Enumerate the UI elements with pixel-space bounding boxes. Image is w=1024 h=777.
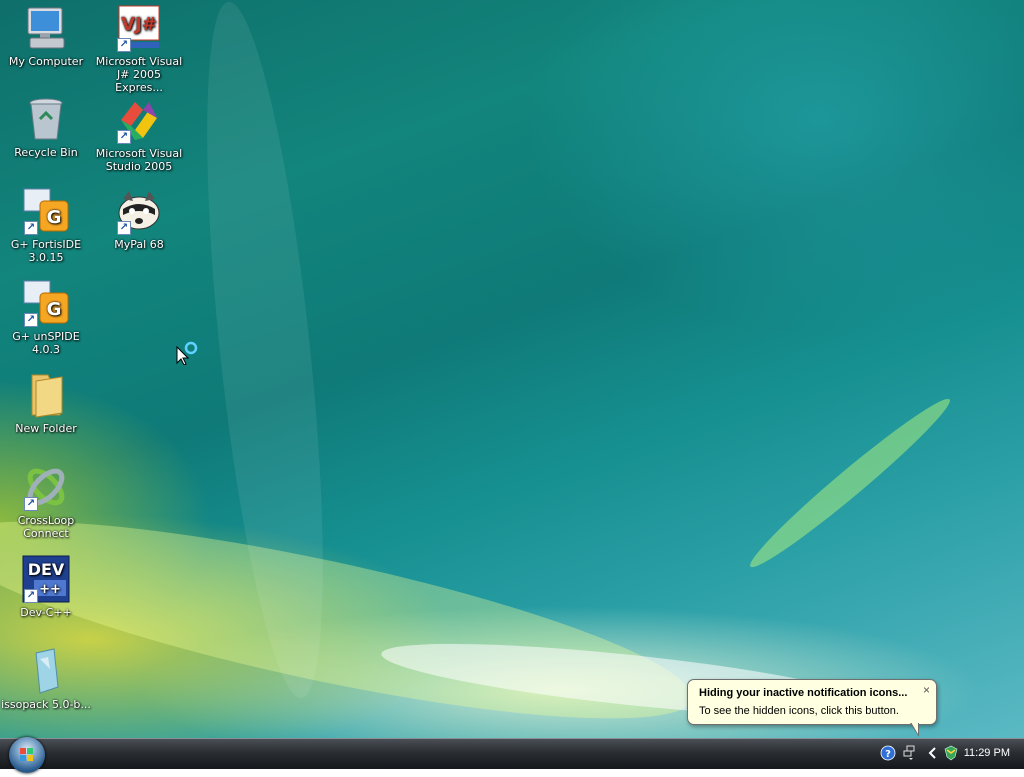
desktop[interactable]: My Computer Recycle Bin G ↗ G+ FortisIDE…	[0, 0, 1024, 738]
crossloop-icon: ↗	[22, 463, 70, 511]
icon-label: My Computer	[8, 55, 84, 68]
shortcut-arrow-icon: ↗	[24, 589, 38, 603]
desktop-icon-new-folder[interactable]: New Folder	[0, 371, 92, 435]
svg-text:VJ#: VJ#	[121, 14, 157, 35]
busy-cursor-icon	[175, 339, 201, 366]
svg-text:DEV: DEV	[28, 560, 65, 579]
notification-balloon[interactable]: Hiding your inactive notification icons.…	[687, 679, 937, 737]
close-icon[interactable]: ×	[923, 683, 930, 697]
balloon-title: Hiding your inactive notification icons.…	[699, 687, 908, 699]
icon-label: MyPal 68	[114, 238, 164, 251]
security-icon[interactable]	[943, 745, 959, 761]
icon-label: Dev-C++	[20, 606, 72, 619]
svg-text:G: G	[47, 299, 62, 320]
folder-icon	[22, 371, 70, 419]
balloon-tail-fill	[911, 722, 918, 734]
computer-icon	[22, 4, 70, 52]
svg-text:++: ++	[39, 582, 61, 597]
desktop-icon-fortiside[interactable]: G ↗ G+ FortisIDE 3.0.15	[0, 187, 92, 264]
wallpaper-streak	[742, 389, 958, 577]
desktop-icon-mypal[interactable]: ↗ MyPal 68	[93, 187, 185, 251]
shortcut-arrow-icon: ↗	[24, 497, 38, 511]
icon-label: CrossLoop Connect	[17, 514, 75, 540]
system-tray: ? 11:29 PM	[872, 743, 1024, 765]
svg-text:?: ?	[885, 749, 891, 760]
shortcut-arrow-icon: ↗	[117, 38, 131, 52]
balloon-text: To see the hidden icons, click this butt…	[699, 705, 899, 717]
desktop-icon-unspide[interactable]: G ↗ G+ unSPIDE 4.0.3	[0, 279, 92, 356]
desktop-icon-visual-studio[interactable]: ↗ Microsoft Visual Studio 2005	[93, 96, 185, 173]
desktop-icon-issopack[interactable]: issopack 5.0-b...	[0, 647, 92, 711]
vjsharp-icon: VJ# ↗	[115, 4, 163, 52]
network-icon[interactable]	[903, 745, 919, 761]
help-icon[interactable]: ?	[880, 745, 896, 761]
shortcut-arrow-icon: ↗	[24, 313, 38, 327]
wallpaper-streak	[183, 0, 347, 703]
mypal-icon: ↗	[115, 187, 163, 235]
icon-label: New Folder	[15, 422, 77, 435]
devcpp-icon: DEV ++ ↗	[22, 555, 70, 603]
desktop-icon-crossloop[interactable]: ↗ CrossLoop Connect	[0, 463, 92, 540]
svg-text:G: G	[47, 207, 62, 228]
icon-label: issopack 5.0-b...	[1, 698, 91, 711]
clock[interactable]: 11:29 PM	[964, 747, 1010, 759]
shortcut-arrow-icon: ↗	[117, 221, 131, 235]
desktop-icon-devcpp[interactable]: DEV ++ ↗ Dev-C++	[0, 555, 92, 619]
unspide-icon: G ↗	[22, 279, 70, 327]
icon-label: Microsoft Visual Studio 2005	[95, 147, 183, 173]
visual-studio-icon: ↗	[115, 96, 163, 144]
desktop-icon-recycle-bin[interactable]: Recycle Bin	[0, 95, 92, 159]
shortcut-arrow-icon: ↗	[117, 130, 131, 144]
icon-label: G+ FortisIDE 3.0.15	[10, 238, 82, 264]
fortiside-icon: G ↗	[22, 187, 70, 235]
issopack-icon	[22, 647, 70, 695]
shortcut-arrow-icon: ↗	[24, 221, 38, 235]
wallpaper-streak	[0, 482, 705, 738]
icon-label: Recycle Bin	[14, 146, 78, 159]
taskbar	[0, 738, 1024, 769]
desktop-icon-visual-jsharp[interactable]: VJ# ↗ Microsoft Visual J# 2005 Expres...	[93, 4, 185, 94]
recycle-bin-icon	[22, 95, 70, 143]
icon-label: Microsoft Visual J# 2005 Expres...	[95, 55, 183, 94]
show-hidden-icons-chevron[interactable]	[925, 745, 941, 761]
desktop-icon-my-computer[interactable]: My Computer	[0, 4, 92, 68]
icon-label: G+ unSPIDE 4.0.3	[12, 330, 80, 356]
